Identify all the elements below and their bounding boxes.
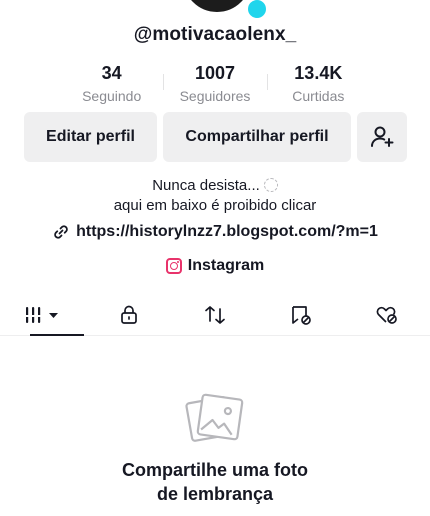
empty-title-line-1: Compartilhe uma foto (121, 460, 308, 480)
photo-icon (185, 393, 244, 442)
repost-icon (205, 305, 225, 324)
avatar-add-badge[interactable] (246, 0, 268, 20)
bio: Nunca desista... aqui em baixo é proibid… (0, 176, 430, 216)
bio-link[interactable]: https://historylnzz7.blogspot.com/?m=1 (0, 223, 430, 241)
stat-value: 13.4K (294, 63, 343, 83)
lock-icon (121, 305, 137, 324)
profile-actions: Editar perfil Compartilhar perfil (24, 112, 407, 162)
add-friend-button[interactable] (357, 112, 407, 162)
share-profile-button[interactable]: Compartilhar perfil (163, 112, 351, 162)
profile-tabs (0, 294, 430, 336)
stat-label: Curtidas (292, 88, 345, 104)
tab-liked[interactable] (344, 294, 430, 335)
bio-text-1: Nunca desista... (152, 177, 260, 194)
empty-title-line-2: de lembrança (156, 484, 274, 504)
empty-state-title: Compartilhe uma foto de lembrança (0, 458, 430, 506)
grid-icon (25, 306, 58, 323)
heart-hidden-icon (376, 306, 397, 324)
tab-reposts[interactable] (172, 294, 258, 335)
bio-link-text[interactable]: https://historylnzz7.blogspot.com/?m=1 (76, 223, 378, 241)
tab-videos[interactable] (0, 294, 86, 336)
edit-profile-button[interactable]: Editar perfil (24, 112, 157, 162)
stat-likes[interactable]: 13.4K Curtidas (266, 62, 370, 108)
bio-line-2: aqui em baixo é proibido clicar (113, 197, 317, 214)
stat-value: 1007 (194, 63, 236, 83)
tab-private[interactable] (86, 294, 172, 335)
tab-favorites[interactable] (258, 294, 344, 335)
stat-label: Seguindo (82, 88, 142, 104)
instagram-link[interactable]: Instagram (0, 257, 430, 275)
stat-followers[interactable]: 1007 Seguidores (163, 62, 266, 108)
instagram-label[interactable]: Instagram (188, 257, 264, 275)
username: @motivacaolenx_ (133, 24, 297, 45)
stat-value: 34 (101, 63, 122, 83)
avatar-container[interactable] (181, 0, 268, 20)
instagram-icon (165, 258, 182, 274)
bookmark-icon (292, 305, 311, 325)
stat-label: Seguidores (179, 88, 251, 104)
stat-following[interactable]: 34 Seguindo (60, 62, 163, 108)
link-icon (54, 225, 68, 239)
avatar[interactable] (181, 0, 253, 14)
profile-stats: 34 Seguindo 1007 Seguidores 13.4K Curtid… (60, 62, 370, 108)
bio-line-1: Nunca desista... (0, 176, 430, 196)
add-user-icon (371, 126, 394, 147)
loading-icon (263, 178, 278, 192)
